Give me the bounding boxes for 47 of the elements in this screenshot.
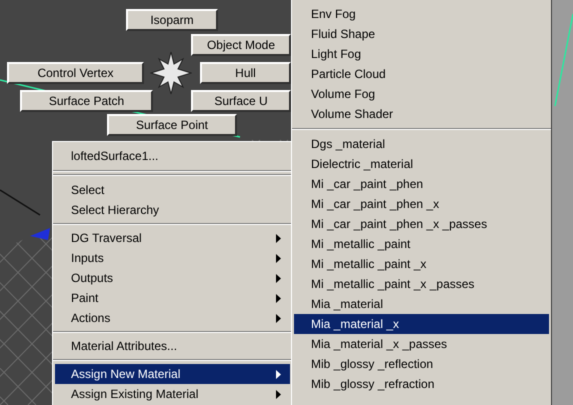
marking-menu-button[interactable]: Surface U [191,90,291,112]
menu-item[interactable]: Mia _material _x _passes [294,334,549,354]
menu-item[interactable]: Mi _metallic _paint [294,234,549,254]
menu-item[interactable]: Inputs [55,248,290,268]
menu-item[interactable]: Fluid Shape [294,24,549,44]
menu-item[interactable]: Mi _car _paint _phen _x _passes [294,214,549,234]
manipulator-cone-icon [30,228,50,240]
menu-item[interactable]: Paint [55,288,290,308]
menu-item[interactable]: Dielectric _material [294,154,549,174]
menu-item[interactable]: Volume Fog [294,84,549,104]
marking-menu-button[interactable]: Surface Point [107,114,237,136]
menu-item[interactable]: Mi _metallic _paint _x [294,254,549,274]
menu-item[interactable]: Dgs _material [294,134,549,154]
menu-item[interactable]: Select [55,180,290,200]
menu-item[interactable]: Mi _car _paint _phen _x [294,194,549,214]
menu-item[interactable]: Assign Existing Material [55,384,290,404]
menu-item[interactable]: Volume Shader [294,104,549,124]
menu-item[interactable]: Assign New Material [55,364,290,384]
submenu-arrow-icon [276,370,281,378]
menu-item[interactable]: Mib _glossy _reflection [294,354,549,374]
submenu-arrow-icon [276,294,281,302]
axis-line [0,189,40,216]
menu-item[interactable]: Light Fog [294,44,549,64]
compass-star-icon [150,51,192,95]
menu-item[interactable]: Outputs [55,268,290,288]
menu-item[interactable]: Material Attributes... [55,336,290,356]
submenu-arrow-icon [276,234,281,242]
marking-menu-button[interactable]: Surface Patch [20,90,153,112]
menu-item[interactable]: Mi _metallic _paint _x _passes [294,274,549,294]
submenu-arrow-icon [276,314,281,322]
marking-menu-button[interactable]: Control Vertex [7,62,144,84]
menu-item[interactable]: Mi _car _paint _phen [294,174,549,194]
menu-item[interactable]: Particle Cloud [294,64,549,84]
marking-menu-button[interactable]: Hull [200,62,291,84]
menu-item[interactable]: Mia _material [294,294,549,314]
submenu-arrow-icon [276,274,281,282]
menu-item[interactable]: Mib _glossy _refraction [294,374,549,394]
menu-item[interactable]: DG Traversal [55,228,290,248]
submenu-arrow-icon [276,390,281,398]
marking-menu-button[interactable]: Isoparm [126,9,218,31]
menu-item[interactable]: Actions [55,308,290,328]
menu-item[interactable]: loftedSurface1... [55,146,290,166]
menu-item[interactable]: Select Hierarchy [55,200,290,220]
menu-item[interactable]: Env Fog [294,4,549,24]
menu-item[interactable]: Mia _material _x [294,314,549,334]
marking-menu-button[interactable]: Object Mode [191,34,291,56]
submenu-arrow-icon [276,254,281,262]
